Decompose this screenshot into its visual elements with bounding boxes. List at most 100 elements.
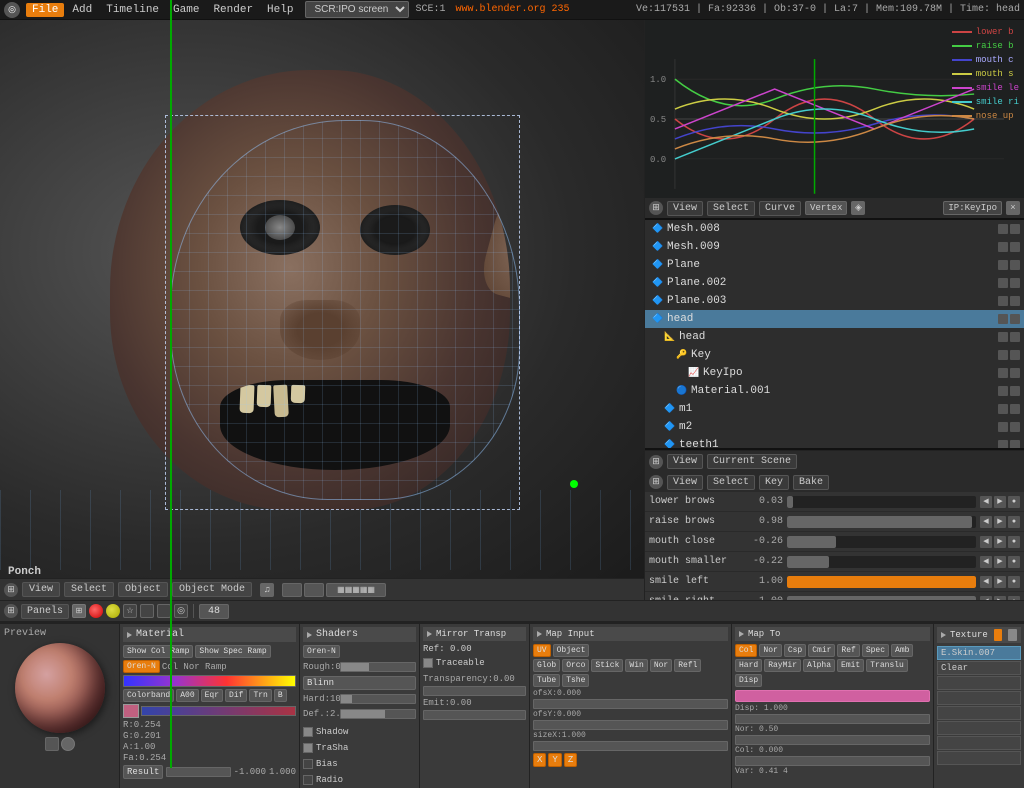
sk-icon-5-0[interactable]: ◀ (980, 596, 992, 601)
sk-icon-0-1[interactable]: ▶ (994, 496, 1006, 508)
shapekey-select-btn[interactable]: Select (707, 475, 755, 490)
mto-csp-btn[interactable]: Csp (784, 644, 806, 657)
material-header[interactable]: Material (123, 627, 296, 642)
rough-track[interactable] (340, 662, 416, 672)
mto-spec-btn[interactable]: Spec (862, 644, 889, 657)
viewport-3d[interactable]: (46) head Ponch ⊞ View Select Object Obj… (0, 20, 644, 600)
dif-tab[interactable]: Dif (225, 689, 247, 702)
shapekey-row-3[interactable]: mouth smaller-0.22◀▶● (645, 552, 1024, 572)
outliner-item-10[interactable]: 🔷m1 (645, 400, 1024, 418)
outliner-item-12[interactable]: 🔷teeth1 (645, 436, 1024, 450)
sk-icon-4-2[interactable]: ● (1008, 576, 1020, 588)
mto-amb-btn[interactable]: Amb (891, 644, 913, 657)
outliner-item-3[interactable]: 🔷Plane.002 (645, 274, 1024, 292)
sk-bar-container-5[interactable] (787, 596, 976, 601)
tex-slot-2[interactable] (937, 676, 1021, 690)
outliner-menu-icon[interactable]: ⊞ (649, 455, 663, 469)
x-btn[interactable]: X (533, 753, 546, 767)
tex-slot-3[interactable] (937, 691, 1021, 705)
size-x-bar[interactable] (533, 741, 728, 751)
emit-bar[interactable] (423, 710, 526, 720)
ipo-curve-btn[interactable]: Curve (759, 201, 801, 216)
website-link[interactable]: www.blender.org 235 (451, 3, 573, 16)
shapekey-row-4[interactable]: smile left1.00◀▶● (645, 572, 1024, 592)
sk-icon-0-2[interactable]: ● (1008, 496, 1020, 508)
ipo-close-icon[interactable]: × (1006, 201, 1020, 215)
ofs-x-bar[interactable] (533, 699, 728, 709)
menu-help[interactable]: Help (261, 3, 299, 17)
tex-slot-6[interactable] (937, 736, 1021, 750)
o-icon-1-1[interactable] (1010, 242, 1020, 252)
sk-bar-container-2[interactable] (787, 536, 976, 548)
preview-btn-2[interactable] (61, 737, 75, 751)
colorband-display[interactable] (123, 675, 296, 687)
mat-result-bar[interactable] (166, 767, 230, 777)
menu-file[interactable]: File (26, 3, 64, 17)
shaders-header[interactable]: Shaders (303, 627, 416, 642)
o-icon-5-0[interactable] (998, 314, 1008, 324)
preview-btn-1[interactable] (45, 737, 59, 751)
o-icon-2-0[interactable] (998, 260, 1008, 270)
shapekey-view-btn[interactable]: View (667, 475, 703, 490)
tex-slot-4[interactable] (937, 706, 1021, 720)
emit-btn[interactable]: Emit (837, 659, 864, 672)
orco-btn[interactable]: Orco (562, 659, 589, 672)
o-icon-0-0[interactable] (998, 224, 1008, 234)
vtb-mode[interactable]: Object Mode (172, 582, 252, 597)
outliner-item-2[interactable]: 🔷Plane (645, 256, 1024, 274)
y-btn[interactable]: Y (548, 753, 561, 767)
tex-slot-7[interactable] (937, 751, 1021, 765)
sk-icon-2-2[interactable]: ● (1008, 536, 1020, 548)
prop-edit-icon[interactable] (304, 583, 324, 597)
mto-col-btn[interactable]: Col (735, 644, 757, 657)
color-bar-1[interactable] (141, 706, 296, 716)
o-icon-0-1[interactable] (1010, 224, 1020, 234)
oren-n-shader[interactable]: Oren-N (303, 645, 340, 658)
sk-icon-4-0[interactable]: ◀ (980, 576, 992, 588)
sk-icon-2-1[interactable]: ▶ (994, 536, 1006, 548)
oren-n-btn[interactable]: Oren-N (123, 660, 160, 673)
glob-btn[interactable]: Glob (533, 659, 560, 672)
sk-icon-3-1[interactable]: ▶ (994, 556, 1006, 568)
o-icon-11-0[interactable] (998, 422, 1008, 432)
o-icon-11-1[interactable] (1010, 422, 1020, 432)
sk-bar-container-3[interactable] (787, 556, 976, 568)
sk-icon-0-0[interactable]: ◀ (980, 496, 992, 508)
mto-nor-btn[interactable]: Nor (759, 644, 781, 657)
sk-icon-1-1[interactable]: ▶ (994, 516, 1006, 528)
map-to-header[interactable]: Map To (735, 627, 930, 641)
sk-bar-container-4[interactable] (787, 576, 976, 588)
refl-btn[interactable]: Refl (674, 659, 701, 672)
pink-color-bar[interactable] (735, 690, 930, 702)
sk-icon-5-1[interactable]: ▶ (994, 596, 1006, 601)
o-icon-7-1[interactable] (1010, 350, 1020, 360)
mt-icon-3[interactable] (140, 604, 154, 618)
vtb-select[interactable]: Select (64, 582, 114, 597)
sk-icon-3-0[interactable]: ◀ (980, 556, 992, 568)
translu-btn[interactable]: Translu (866, 659, 908, 672)
outliner-item-5[interactable]: 🔷head (645, 310, 1024, 328)
current-scene-btn[interactable]: Current Scene (707, 454, 797, 469)
outliner[interactable]: 🔷Mesh.008🔷Mesh.009🔷Plane🔷Plane.002🔷Plane… (645, 220, 1024, 450)
raymir-btn[interactable]: RayMir (764, 659, 801, 672)
sk-icon-3-2[interactable]: ● (1008, 556, 1020, 568)
shapekey-row-0[interactable]: lower brows0.03◀▶● (645, 492, 1024, 512)
col-tab[interactable]: A00 (176, 689, 198, 702)
outliner-item-0[interactable]: 🔷Mesh.008 (645, 220, 1024, 238)
ipo-menu-icon[interactable]: ⊞ (649, 201, 663, 215)
shadow-check[interactable] (303, 727, 313, 737)
disp-btn[interactable]: Disp (735, 674, 762, 687)
mt-icon-1[interactable]: ⊞ (72, 604, 86, 618)
outliner-item-4[interactable]: 🔷Plane.003 (645, 292, 1024, 310)
sk-icon-1-2[interactable]: ● (1008, 516, 1020, 528)
radio-check[interactable] (303, 775, 313, 785)
o-icon-3-0[interactable] (998, 278, 1008, 288)
mirror-transp-header[interactable]: Mirror Transp (423, 627, 526, 641)
def-track[interactable] (340, 709, 416, 719)
o-icon-5-1[interactable] (1010, 314, 1020, 324)
sk-bar-container-1[interactable] (787, 516, 976, 528)
colorband-label[interactable]: Colorband (123, 689, 174, 702)
nor-bar[interactable] (735, 735, 930, 745)
o-icon-8-0[interactable] (998, 368, 1008, 378)
color-picker-1[interactable] (123, 704, 139, 718)
